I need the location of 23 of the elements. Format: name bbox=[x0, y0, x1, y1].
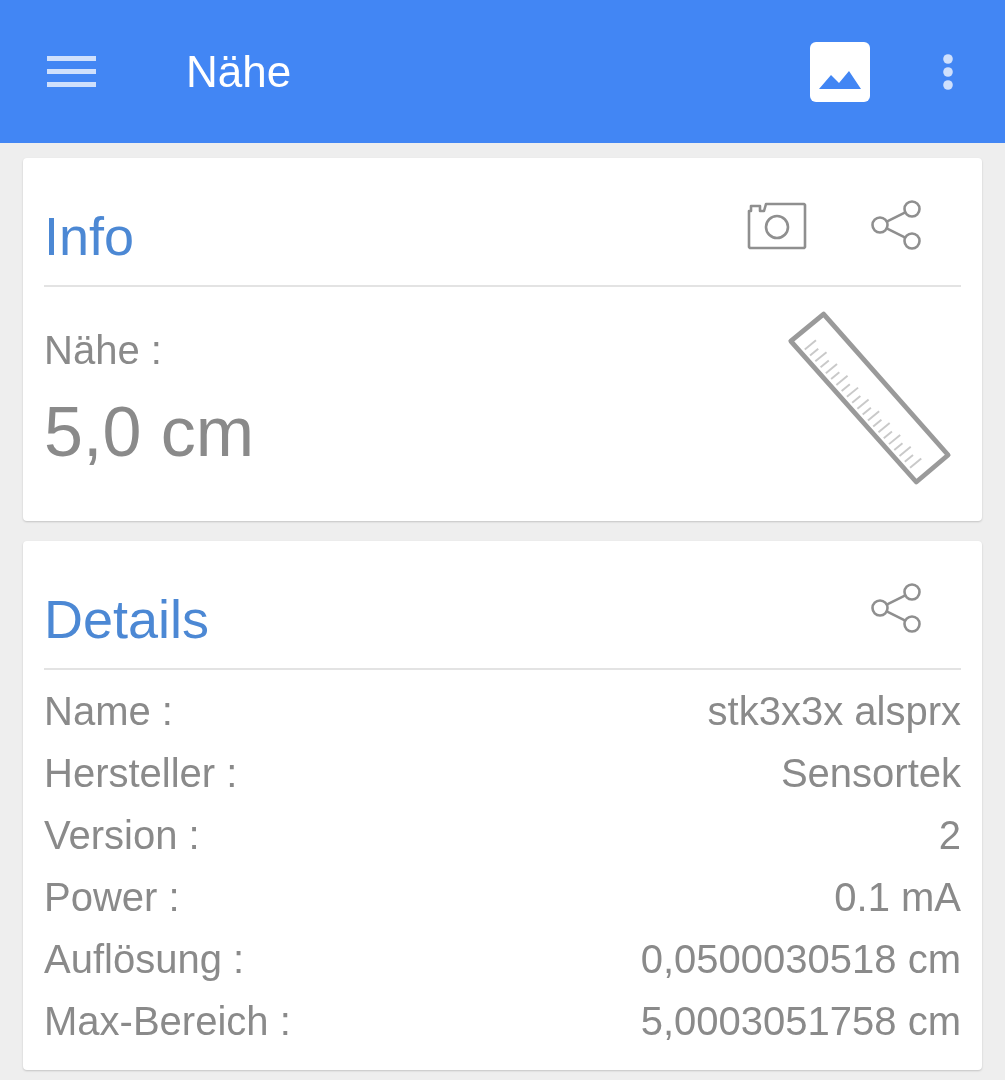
detail-label: Hersteller : bbox=[44, 750, 238, 797]
detail-value: 5,0003051758 cm bbox=[640, 998, 961, 1045]
detail-label: Max-Bereich : bbox=[44, 998, 291, 1045]
reading-value: 5,0 cm bbox=[44, 392, 255, 472]
app-title: Nähe bbox=[186, 45, 292, 98]
detail-value: 2 bbox=[938, 812, 961, 859]
card-title: Details bbox=[44, 589, 210, 649]
detail-value: 0,0500030518 cm bbox=[640, 936, 961, 983]
image-icon[interactable] bbox=[810, 41, 870, 102]
detail-label: Name : bbox=[44, 688, 173, 735]
detail-value: stk3x3x alsprx bbox=[707, 688, 961, 735]
detail-label: Auflösung : bbox=[44, 936, 245, 983]
detail-label: Power : bbox=[44, 874, 180, 921]
share-icon[interactable] bbox=[870, 583, 922, 633]
detail-label: Version : bbox=[44, 812, 200, 859]
share-icon[interactable] bbox=[870, 200, 922, 250]
card-title: Info bbox=[44, 206, 135, 266]
detail-value: 0.1 mA bbox=[834, 874, 961, 921]
reading-label: Nähe : bbox=[44, 327, 162, 374]
detail-value: Sensortek bbox=[780, 750, 961, 797]
menu-icon[interactable] bbox=[47, 56, 96, 87]
camera-icon[interactable] bbox=[747, 200, 807, 250]
more-options-icon[interactable] bbox=[943, 53, 953, 90]
